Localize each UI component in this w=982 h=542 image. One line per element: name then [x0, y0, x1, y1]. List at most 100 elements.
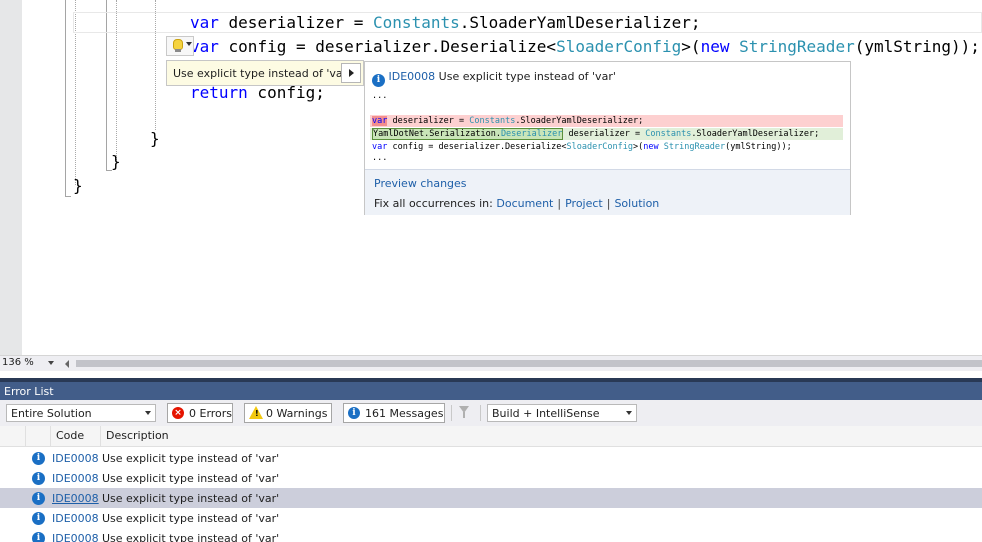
row-code[interactable]: IDE0008: [52, 532, 99, 542]
row-code[interactable]: IDE0008: [52, 492, 99, 505]
code-text: (ymlString));: [854, 37, 980, 56]
description-column-header[interactable]: Description: [106, 429, 169, 442]
error-list-toolbar: Entire Solution × 0 Errors ! 0 Warnings …: [0, 400, 982, 426]
horizontal-scrollbar[interactable]: [76, 360, 982, 367]
warning-mark: !: [255, 409, 259, 418]
keyword: new: [700, 37, 730, 56]
submenu-arrow-button[interactable]: [341, 63, 361, 83]
preview-footer: Preview changes Fix all occurrences in: …: [365, 169, 850, 215]
info-icon: i: [32, 472, 45, 485]
scope-dropdown[interactable]: Entire Solution: [6, 404, 156, 422]
table-row[interactable]: i IDE0008 Use explicit type instead of '…: [0, 448, 982, 468]
fix-all-label: Fix all occurrences in:: [374, 197, 493, 210]
code-text: deserializer =: [387, 116, 470, 126]
toolbar-separator: [480, 405, 481, 421]
info-icon: i: [32, 452, 45, 465]
source-dropdown[interactable]: Build + IntelliSense: [487, 404, 637, 422]
row-code[interactable]: IDE0008: [52, 472, 99, 485]
table-row-selected[interactable]: i IDE0008 Use explicit type instead of '…: [0, 488, 982, 508]
keyword: new: [643, 142, 659, 152]
row-description: Use explicit type instead of 'var': [102, 512, 280, 525]
quick-actions-menu: Use explicit type instead of 'var': [166, 60, 364, 86]
chevron-down-icon[interactable]: [48, 361, 54, 365]
info-icon: i: [32, 512, 45, 525]
row-code[interactable]: IDE0008: [52, 512, 99, 525]
row-description: Use explicit type instead of 'var': [102, 472, 280, 485]
separator: |: [557, 197, 562, 210]
code-text: .SloaderYamlDeserializer;: [515, 116, 644, 126]
table-row[interactable]: i IDE0008 Use explicit type instead of '…: [0, 508, 982, 528]
code-line-3[interactable]: return config;: [190, 83, 325, 103]
code-editor[interactable]: var deserializer = Constants.SloaderYaml…: [0, 0, 982, 355]
source-value: Build + IntelliSense: [492, 407, 600, 420]
lightbulb-button[interactable]: [166, 36, 194, 56]
type-name: Constants: [645, 129, 692, 139]
chevron-right-icon: [349, 69, 354, 77]
code-text: config = deserializer.Deserialize<: [218, 37, 557, 56]
preview-panel: i IDE0008 Use explicit type instead of '…: [364, 61, 851, 215]
code-line-2[interactable]: var config = deserializer.Deserialize<Sl…: [190, 37, 980, 57]
row-description: Use explicit type instead of 'var': [102, 492, 280, 505]
warnings-filter-button[interactable]: ! 0 Warnings: [244, 403, 332, 423]
preview-code: ... var deserializer = Constants.Sloader…: [370, 90, 845, 166]
preview-ellipsis: ...: [372, 153, 388, 163]
closing-brace: }: [150, 129, 160, 148]
info-icon: i: [372, 74, 385, 87]
type-name: Deserializer: [500, 129, 563, 139]
fix-project-link[interactable]: Project: [565, 197, 603, 210]
code-text: >(: [633, 142, 644, 152]
type-name: StringReader: [739, 37, 855, 56]
info-icon: i: [348, 407, 360, 419]
type-name: Constants: [373, 13, 460, 32]
preview-changes-link[interactable]: Preview changes: [374, 177, 467, 190]
code-line-1[interactable]: var deserializer = Constants.SloaderYaml…: [190, 13, 701, 33]
column-divider[interactable]: [100, 426, 101, 447]
error-icon: ×: [172, 407, 184, 419]
preview-header: i IDE0008 Use explicit type instead of '…: [372, 70, 616, 87]
closing-brace: }: [111, 152, 121, 171]
code-text: (ymlString));: [725, 142, 792, 152]
type-name: Constants: [469, 116, 516, 126]
fix-solution-link[interactable]: Solution: [614, 197, 659, 210]
table-row[interactable]: i IDE0008 Use explicit type instead of '…: [0, 528, 982, 542]
grid-header: Code Description: [0, 426, 982, 447]
code-text: deserializer =: [563, 129, 646, 139]
diagnostic-code: IDE0008: [388, 70, 436, 83]
warnings-count: 0 Warnings: [266, 407, 328, 420]
code-text: config = deserializer.Deserialize<: [387, 142, 567, 152]
code-text: .SloaderYamlDeserializer;: [459, 13, 701, 32]
keyword: var: [190, 13, 219, 32]
preview-ellipsis: ...: [372, 91, 388, 101]
outline-end: [65, 0, 71, 197]
inserted-type: YamlDotNet.Serialization.Deserializer: [372, 128, 564, 140]
scroll-left-icon[interactable]: [65, 360, 69, 368]
code-text: YamlDotNet.Serialization.: [373, 129, 501, 139]
editor-gutter: [0, 0, 22, 355]
code-column-header[interactable]: Code: [56, 429, 84, 442]
keyword: var: [190, 37, 219, 56]
zoom-level[interactable]: 136 %: [2, 357, 34, 368]
editor-status-bar: 136 %: [0, 355, 982, 371]
chevron-down-icon: [186, 42, 192, 46]
quick-action-item[interactable]: Use explicit type instead of 'var': [173, 67, 350, 80]
fix-document-link[interactable]: Document: [496, 197, 553, 210]
errors-filter-button[interactable]: × 0 Errors: [167, 403, 233, 423]
messages-filter-button[interactable]: i 161 Messages: [343, 403, 445, 423]
closing-brace: }: [73, 176, 83, 195]
code-text: >(: [681, 37, 701, 56]
toolbar-separator: [451, 405, 452, 421]
chevron-down-icon: [145, 411, 151, 415]
keyword: var: [372, 116, 388, 126]
scope-value: Entire Solution: [11, 407, 92, 420]
diagnostic-title: Use explicit type instead of 'var': [438, 70, 616, 83]
info-icon: i: [32, 532, 45, 542]
table-row[interactable]: i IDE0008 Use explicit type instead of '…: [0, 468, 982, 488]
code-text: .SloaderYamlDeserializer;: [691, 129, 820, 139]
error-list-grid: Code Description i IDE0008 Use explicit …: [0, 426, 982, 542]
info-icon: i: [32, 492, 45, 505]
column-divider[interactable]: [50, 426, 51, 447]
row-code[interactable]: IDE0008: [52, 452, 99, 465]
row-description: Use explicit type instead of 'var': [102, 452, 280, 465]
column-divider[interactable]: [25, 426, 26, 447]
